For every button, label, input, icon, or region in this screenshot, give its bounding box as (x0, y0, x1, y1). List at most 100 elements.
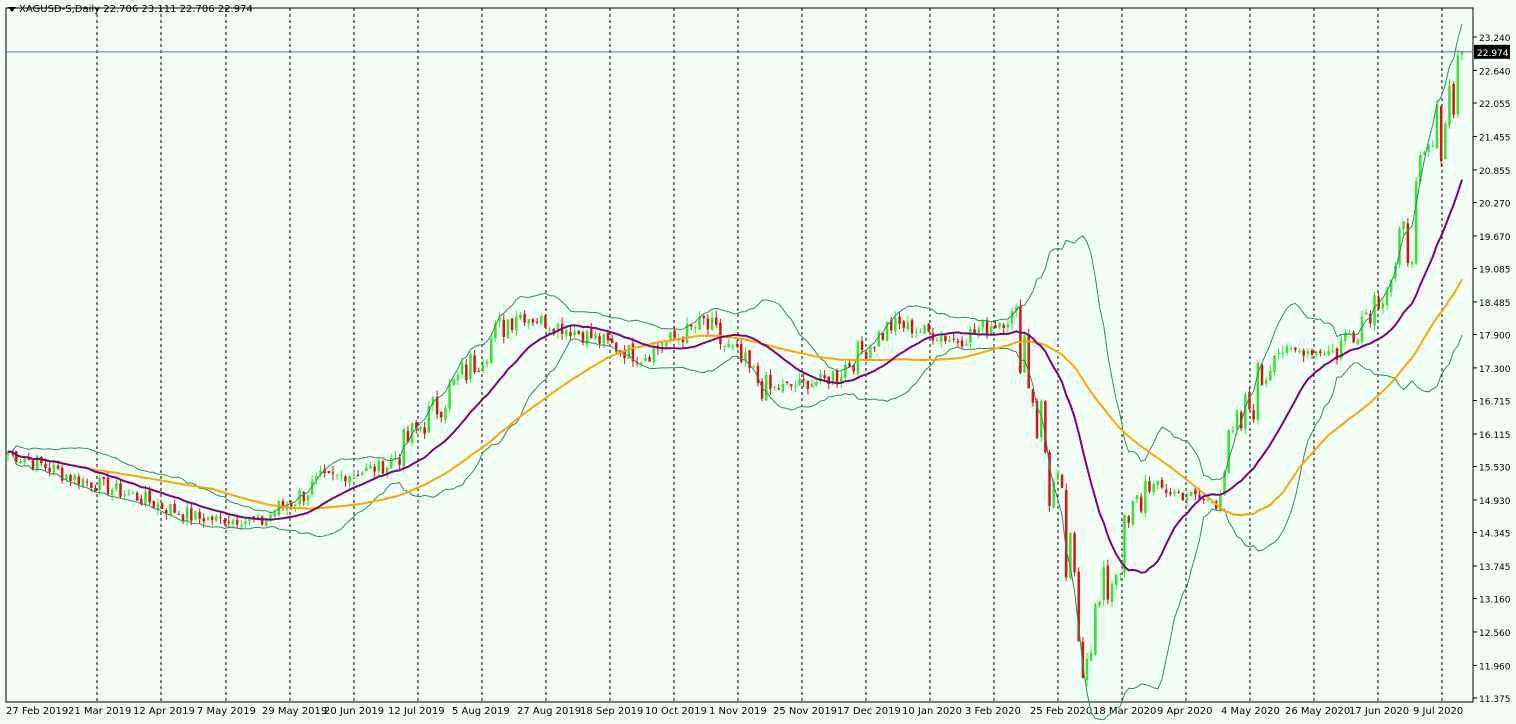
candle-body (1364, 312, 1368, 315)
candle-body (1185, 497, 1189, 501)
candle-body (1006, 324, 1010, 328)
candle-body (165, 510, 168, 514)
candle-body (831, 371, 835, 383)
candle-body (348, 476, 351, 484)
price-axis-label: 17.900 (1479, 331, 1511, 341)
candle-body (460, 362, 464, 375)
candle-body (764, 374, 768, 401)
candle-body (1310, 350, 1314, 355)
candle-body (939, 336, 943, 342)
candle-body (1294, 347, 1297, 351)
candle-body (719, 322, 722, 345)
candle-body (398, 458, 401, 465)
candle-body (1189, 491, 1193, 497)
candle-body (1414, 181, 1418, 264)
ohlc-open: 22.706 (103, 4, 139, 15)
candle-body (194, 510, 197, 520)
dropdown-arrow-icon[interactable] (8, 6, 16, 12)
candle-body (1110, 583, 1114, 602)
candle-body (914, 331, 918, 334)
candle-body (1356, 340, 1360, 344)
candle-body (577, 331, 581, 334)
candle-body (873, 347, 876, 349)
candle-body (1452, 84, 1455, 115)
candle-body (77, 476, 81, 485)
candle-body (260, 516, 264, 525)
candle-body (390, 457, 393, 469)
candle-body (1060, 474, 1064, 488)
price-axis-label: 13.160 (1479, 596, 1511, 606)
candle-body (148, 490, 151, 503)
candle-body (327, 470, 331, 474)
candle-body (752, 366, 755, 368)
candle-body (710, 317, 714, 330)
candle-body (998, 323, 1001, 328)
candle-body (127, 493, 131, 496)
candle-body (106, 477, 110, 495)
candle-body (1352, 332, 1355, 343)
candle-body (1131, 500, 1135, 525)
candle-body (115, 483, 118, 490)
candle-body (702, 316, 706, 319)
candle-body (1114, 574, 1118, 586)
candle-body (864, 352, 868, 360)
candle-body (902, 321, 905, 328)
candle-body (894, 317, 897, 332)
candle-body (244, 521, 247, 524)
candle-body (877, 331, 880, 347)
candle-body (694, 327, 697, 329)
price-axis-label: 22.055 (1479, 100, 1511, 110)
candle-body (594, 334, 597, 339)
ohlc-low: 22.706 (179, 4, 215, 15)
candle-body (490, 338, 493, 363)
time-axis-label: 17 Dec 2019 (837, 706, 901, 717)
candle-body (48, 467, 51, 472)
candle-body (810, 383, 814, 388)
candle-body (944, 335, 947, 342)
price-chart[interactable]: 27 Feb 2019 21 Mar 2019 12 Apr 2019 7 May 2… (0, 0, 1516, 724)
price-axis-label: 17.300 (1479, 365, 1511, 375)
candle-body (910, 320, 914, 334)
candle-body (1139, 496, 1143, 512)
price-axis-label: 22.640 (1479, 67, 1511, 77)
price-axis-label: 21.455 (1479, 133, 1511, 143)
candle-body (1252, 410, 1255, 420)
candle-body (994, 325, 997, 329)
time-axis-label: 1 Nov 2019 (709, 706, 767, 717)
candle-body (935, 340, 939, 342)
candle-body (1152, 483, 1155, 493)
candle-body (1073, 533, 1076, 573)
candle-body (1431, 145, 1435, 147)
candle-body (119, 483, 122, 497)
candle-body (23, 459, 26, 463)
candle-body (794, 385, 797, 387)
candle-body (1119, 574, 1122, 576)
candle-body (948, 339, 951, 342)
candle-body (227, 522, 231, 524)
candle-body (1089, 652, 1093, 661)
candle-body (94, 488, 97, 492)
time-axis-label: 17 Jun 2020 (1349, 706, 1409, 717)
candle-body (1160, 480, 1164, 488)
candle-body (569, 331, 572, 337)
candle-body (123, 494, 126, 496)
candle-body (502, 319, 506, 337)
candle-body (798, 379, 801, 386)
candle-body (419, 427, 422, 430)
candle-body (198, 511, 201, 519)
candle-body (1306, 351, 1310, 354)
time-axis-label: 25 Feb 2020 (1030, 706, 1092, 717)
candle-body (1302, 350, 1305, 356)
candle-body (1106, 565, 1110, 600)
candle-body (1231, 430, 1235, 432)
candle-body (969, 329, 972, 343)
price-axis-label: 19.670 (1479, 233, 1511, 243)
candle-body (52, 464, 56, 473)
chart-window[interactable]: 27 Feb 2019 21 Mar 2019 12 Apr 2019 7 May 2… (0, 0, 1516, 724)
candle-body (1277, 352, 1280, 354)
price-axis-label: 20.270 (1479, 199, 1511, 209)
candle-body (377, 460, 381, 472)
candle-body (135, 492, 139, 501)
candle-body (1194, 489, 1197, 495)
candle-body (960, 340, 964, 347)
